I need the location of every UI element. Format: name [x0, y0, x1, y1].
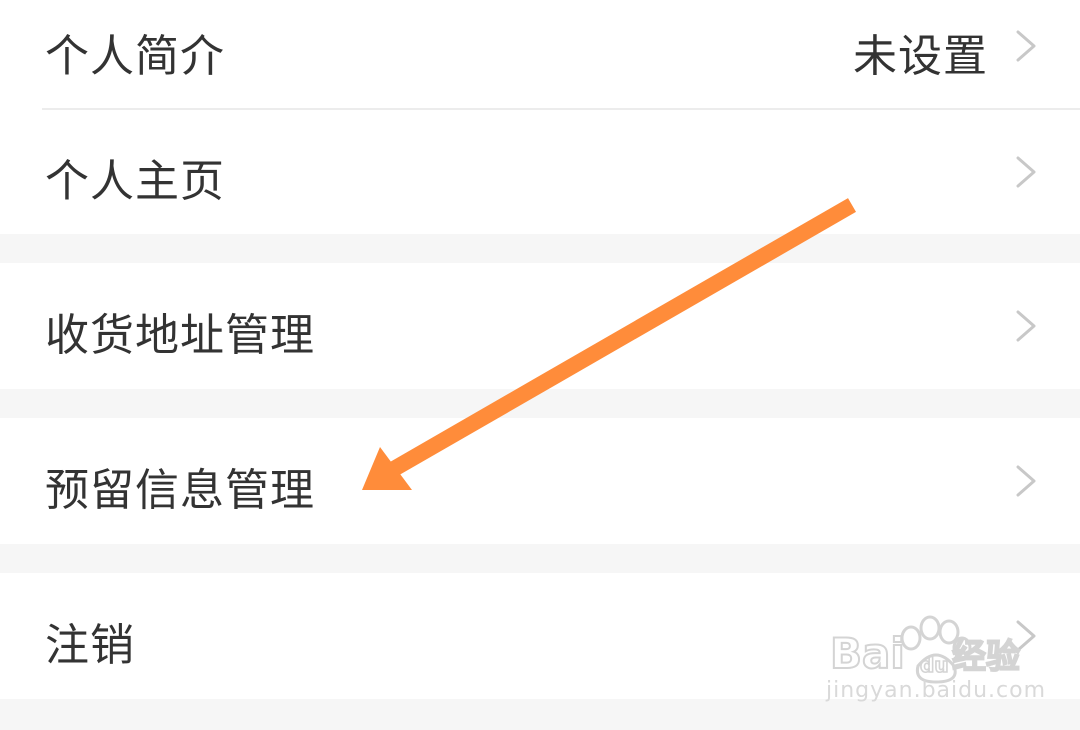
svg-text:经验: 经验: [952, 637, 1020, 677]
chevron-right-icon: [1016, 465, 1036, 497]
chevron-right-icon: [1016, 30, 1036, 62]
settings-item-homepage[interactable]: 个人主页: [0, 110, 1080, 234]
settings-item-label: 注销: [45, 620, 135, 671]
settings-item-address[interactable]: 收货地址管理: [0, 263, 1080, 389]
settings-item-label: 预留信息管理: [45, 465, 315, 516]
chevron-right-icon: [1016, 310, 1036, 342]
svg-text:du: du: [920, 653, 949, 677]
settings-item-label: 收货地址管理: [45, 310, 315, 361]
settings-item-value: 未设置: [853, 31, 988, 82]
settings-item-bio[interactable]: 个人简介 未设置: [0, 0, 1080, 108]
settings-item-reserved-info[interactable]: 预留信息管理: [0, 418, 1080, 544]
chevron-right-icon: [1016, 156, 1036, 188]
svg-text:Bai: Bai: [830, 629, 905, 678]
settings-item-label: 个人简介: [45, 31, 225, 82]
settings-group-profile: 个人简介 未设置 个人主页: [0, 0, 1080, 234]
settings-item-label: 个人主页: [45, 156, 225, 207]
watermark-url: jingyan.baidu.com: [826, 678, 1047, 703]
